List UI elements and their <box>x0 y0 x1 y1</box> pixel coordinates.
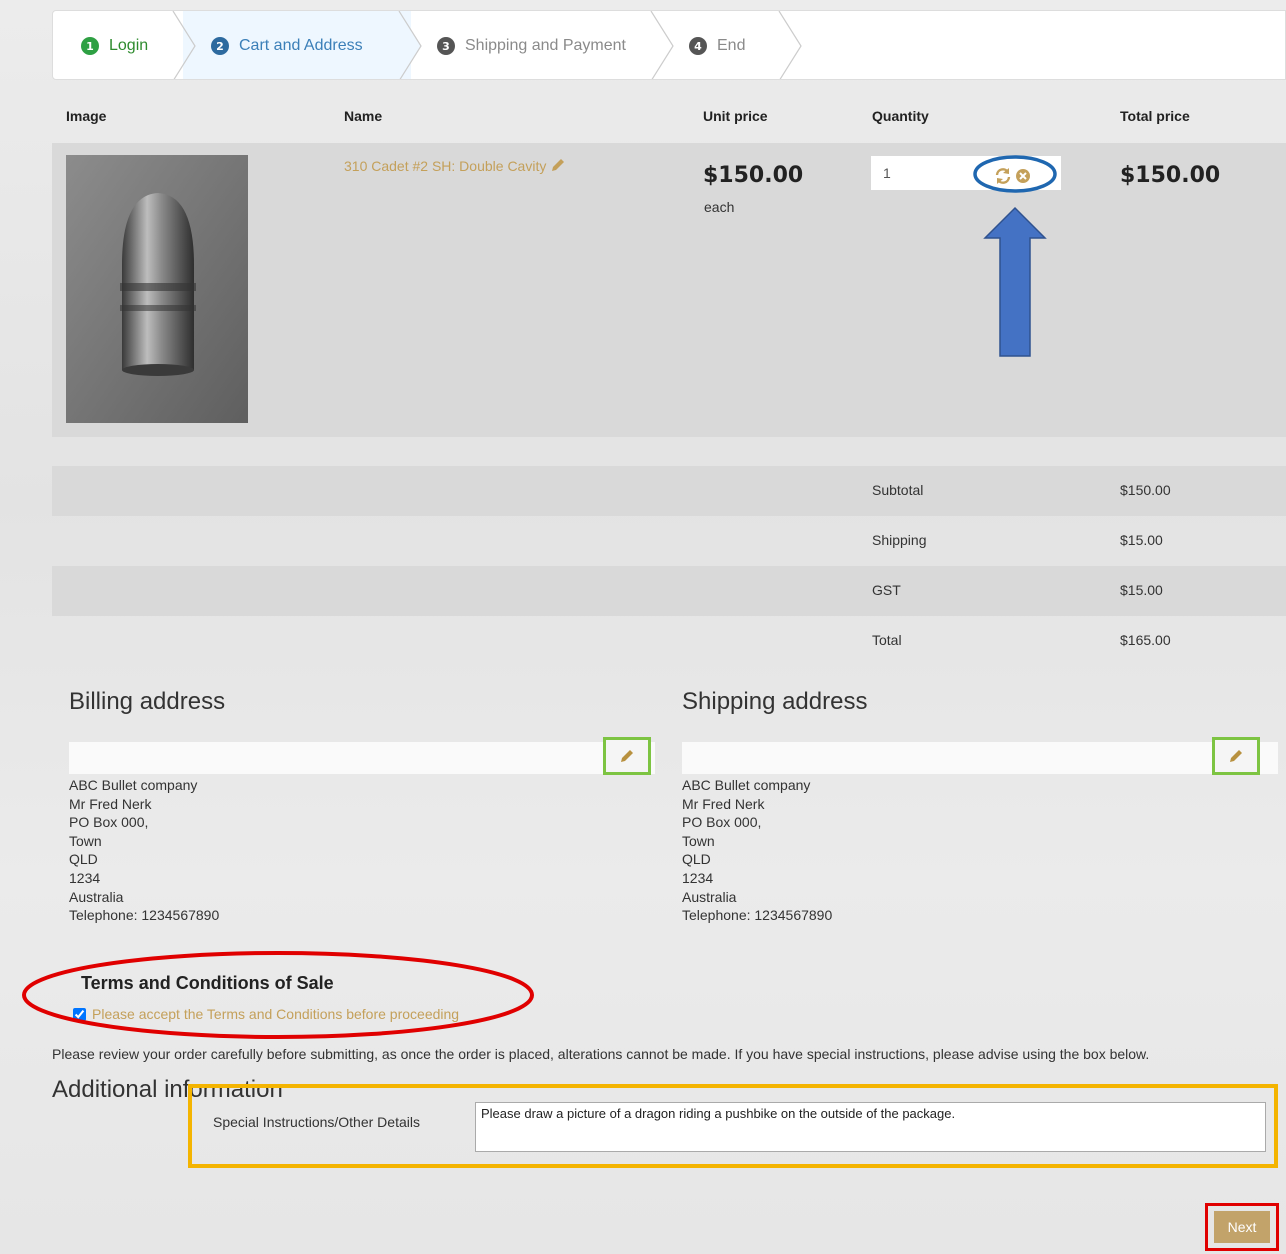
shipping-address-bar <box>682 742 1278 774</box>
step-number: 4 <box>689 37 707 55</box>
step-divider <box>650 11 674 79</box>
summary-row-total <box>52 616 1286 666</box>
product-name-link[interactable]: 310 Cadet #2 SH: Double Cavity <box>344 157 566 174</box>
billing-line-name: Mr Fred Nerk <box>69 795 152 812</box>
billing-line-company: ABC Bullet company <box>69 777 198 793</box>
pencil-icon <box>552 159 565 171</box>
product-image <box>66 155 248 423</box>
shipping-value: $15.00 <box>1120 532 1163 548</box>
billing-line-state: QLD <box>69 851 98 868</box>
shipping-line-company: ABC Bullet company <box>682 777 811 793</box>
step-divider <box>397 11 422 79</box>
step-divider <box>172 11 196 79</box>
step-number: 1 <box>81 37 99 55</box>
shipping-line-postcode: 1234 <box>682 869 714 886</box>
total-value: $165.00 <box>1120 632 1171 648</box>
billing-line-street: PO Box 000, <box>69 814 149 831</box>
step-label: Login <box>109 37 149 54</box>
billing-line-telephone: Telephone: 1234567890 <box>69 907 220 924</box>
billing-address-title: Billing address <box>69 688 226 715</box>
step-number: 2 <box>211 37 229 55</box>
checkout-steps: 1 Login 2 Cart and Address 3 Shipping an… <box>52 10 1286 80</box>
review-notice: Please review your order carefully befor… <box>52 1046 1150 1062</box>
unit-suffix: each <box>704 199 735 215</box>
step-label: End <box>717 37 746 54</box>
billing-address-bar <box>69 742 655 774</box>
header-total-price: Total price <box>1120 108 1190 124</box>
step-login[interactable]: 1 Login <box>53 11 185 79</box>
shipping-address-lines: ABC Bullet company Mr Fred Nerk PO Box 0… <box>682 776 832 925</box>
billing-address-lines: ABC Bullet company Mr Fred Nerk PO Box 0… <box>69 776 219 925</box>
gst-label: GST <box>872 582 901 598</box>
shipping-line-name: Mr Fred Nerk <box>682 795 765 812</box>
step-divider <box>778 11 802 79</box>
billing-line-town: Town <box>69 832 102 849</box>
annotation-ellipse <box>22 951 534 1039</box>
summary-row-gst <box>52 566 1286 616</box>
shipping-line-street: PO Box 000, <box>682 814 762 831</box>
special-instructions-input[interactable]: Please draw a picture of a dragon riding… <box>475 1102 1266 1152</box>
step-end[interactable]: 4 End <box>661 11 791 79</box>
step-cart-and-address[interactable]: 2 Cart and Address <box>183 11 411 79</box>
step-number: 3 <box>437 37 455 55</box>
subtotal-value: $150.00 <box>1120 482 1171 498</box>
header-unit-price: Unit price <box>703 108 768 124</box>
step-shipping-and-payment[interactable]: 3 Shipping and Payment <box>409 11 663 79</box>
pencil-icon <box>1230 750 1242 762</box>
edit-billing-button[interactable] <box>603 737 651 775</box>
summary-row-shipping <box>52 516 1286 566</box>
total-label: Total <box>872 632 902 648</box>
pencil-icon <box>621 750 633 762</box>
header-image: Image <box>66 108 107 124</box>
annotation-arrow <box>973 155 1057 357</box>
summary-row-subtotal <box>52 466 1286 516</box>
shipping-line-country: Australia <box>682 888 737 905</box>
shipping-label: Shipping <box>872 532 927 548</box>
unit-price: $150.00 <box>703 163 804 188</box>
shipping-line-state: QLD <box>682 851 711 868</box>
header-name: Name <box>344 108 383 124</box>
billing-line-country: Australia <box>69 888 124 905</box>
product-name: 310 Cadet #2 SH: Double Cavity <box>344 158 547 174</box>
total-price: $150.00 <box>1120 163 1221 188</box>
subtotal-label: Subtotal <box>872 482 924 498</box>
shipping-line-telephone: Telephone: 1234567890 <box>682 907 833 924</box>
header-quantity: Quantity <box>872 108 929 124</box>
shipping-line-town: Town <box>682 832 715 849</box>
special-instructions-label: Special Instructions/Other Details <box>213 1114 420 1130</box>
gst-value: $15.00 <box>1120 582 1163 598</box>
next-button[interactable]: Next <box>1214 1211 1270 1243</box>
step-label: Cart and Address <box>239 37 363 54</box>
step-label: Shipping and Payment <box>465 37 626 54</box>
billing-line-postcode: 1234 <box>69 869 101 886</box>
shipping-address-title: Shipping address <box>682 688 868 715</box>
edit-shipping-button[interactable] <box>1212 737 1260 775</box>
